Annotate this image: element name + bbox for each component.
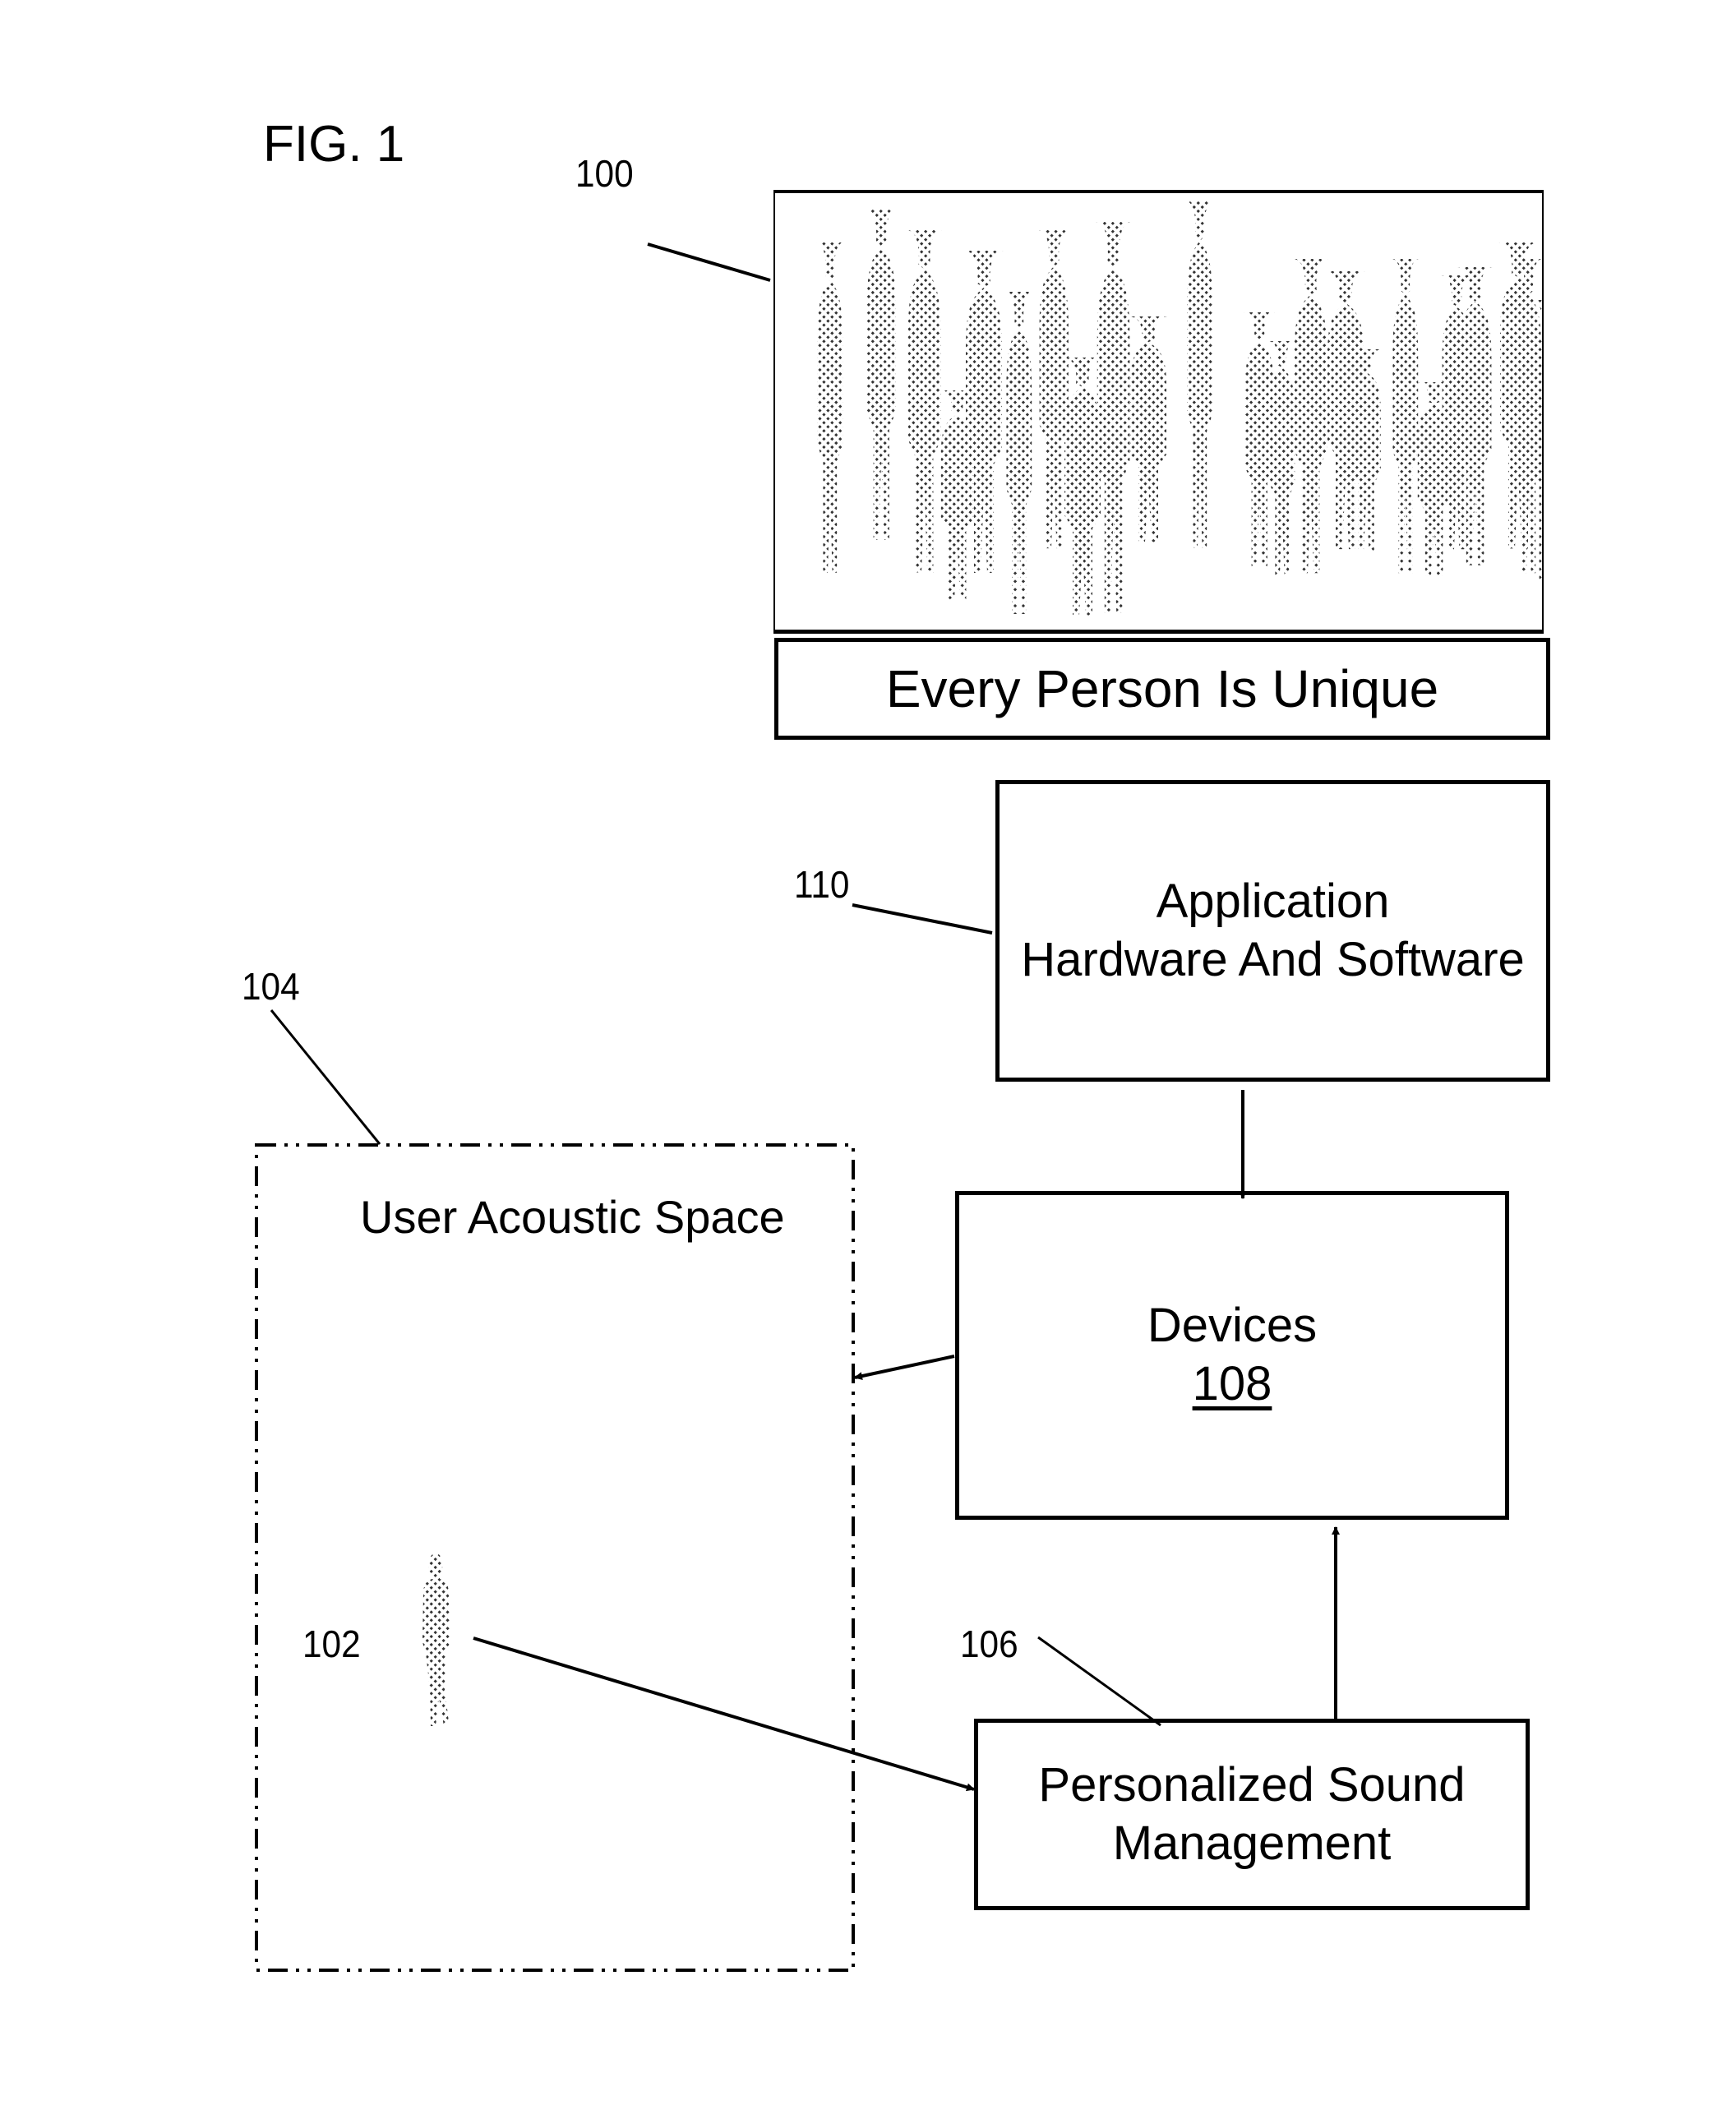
arrow-user-to-sound-management [473, 1636, 975, 1792]
leader-line-104 [270, 1009, 381, 1145]
leader-line-106 [1037, 1636, 1161, 1727]
leader-line-110 [852, 903, 993, 935]
arrow-devices-to-acoustic-space [854, 1355, 955, 1380]
leader-line-100 [647, 242, 771, 282]
diagram-connectors [255, 242, 1340, 1972]
acoustic-space-box[interactable] [255, 1143, 855, 1972]
